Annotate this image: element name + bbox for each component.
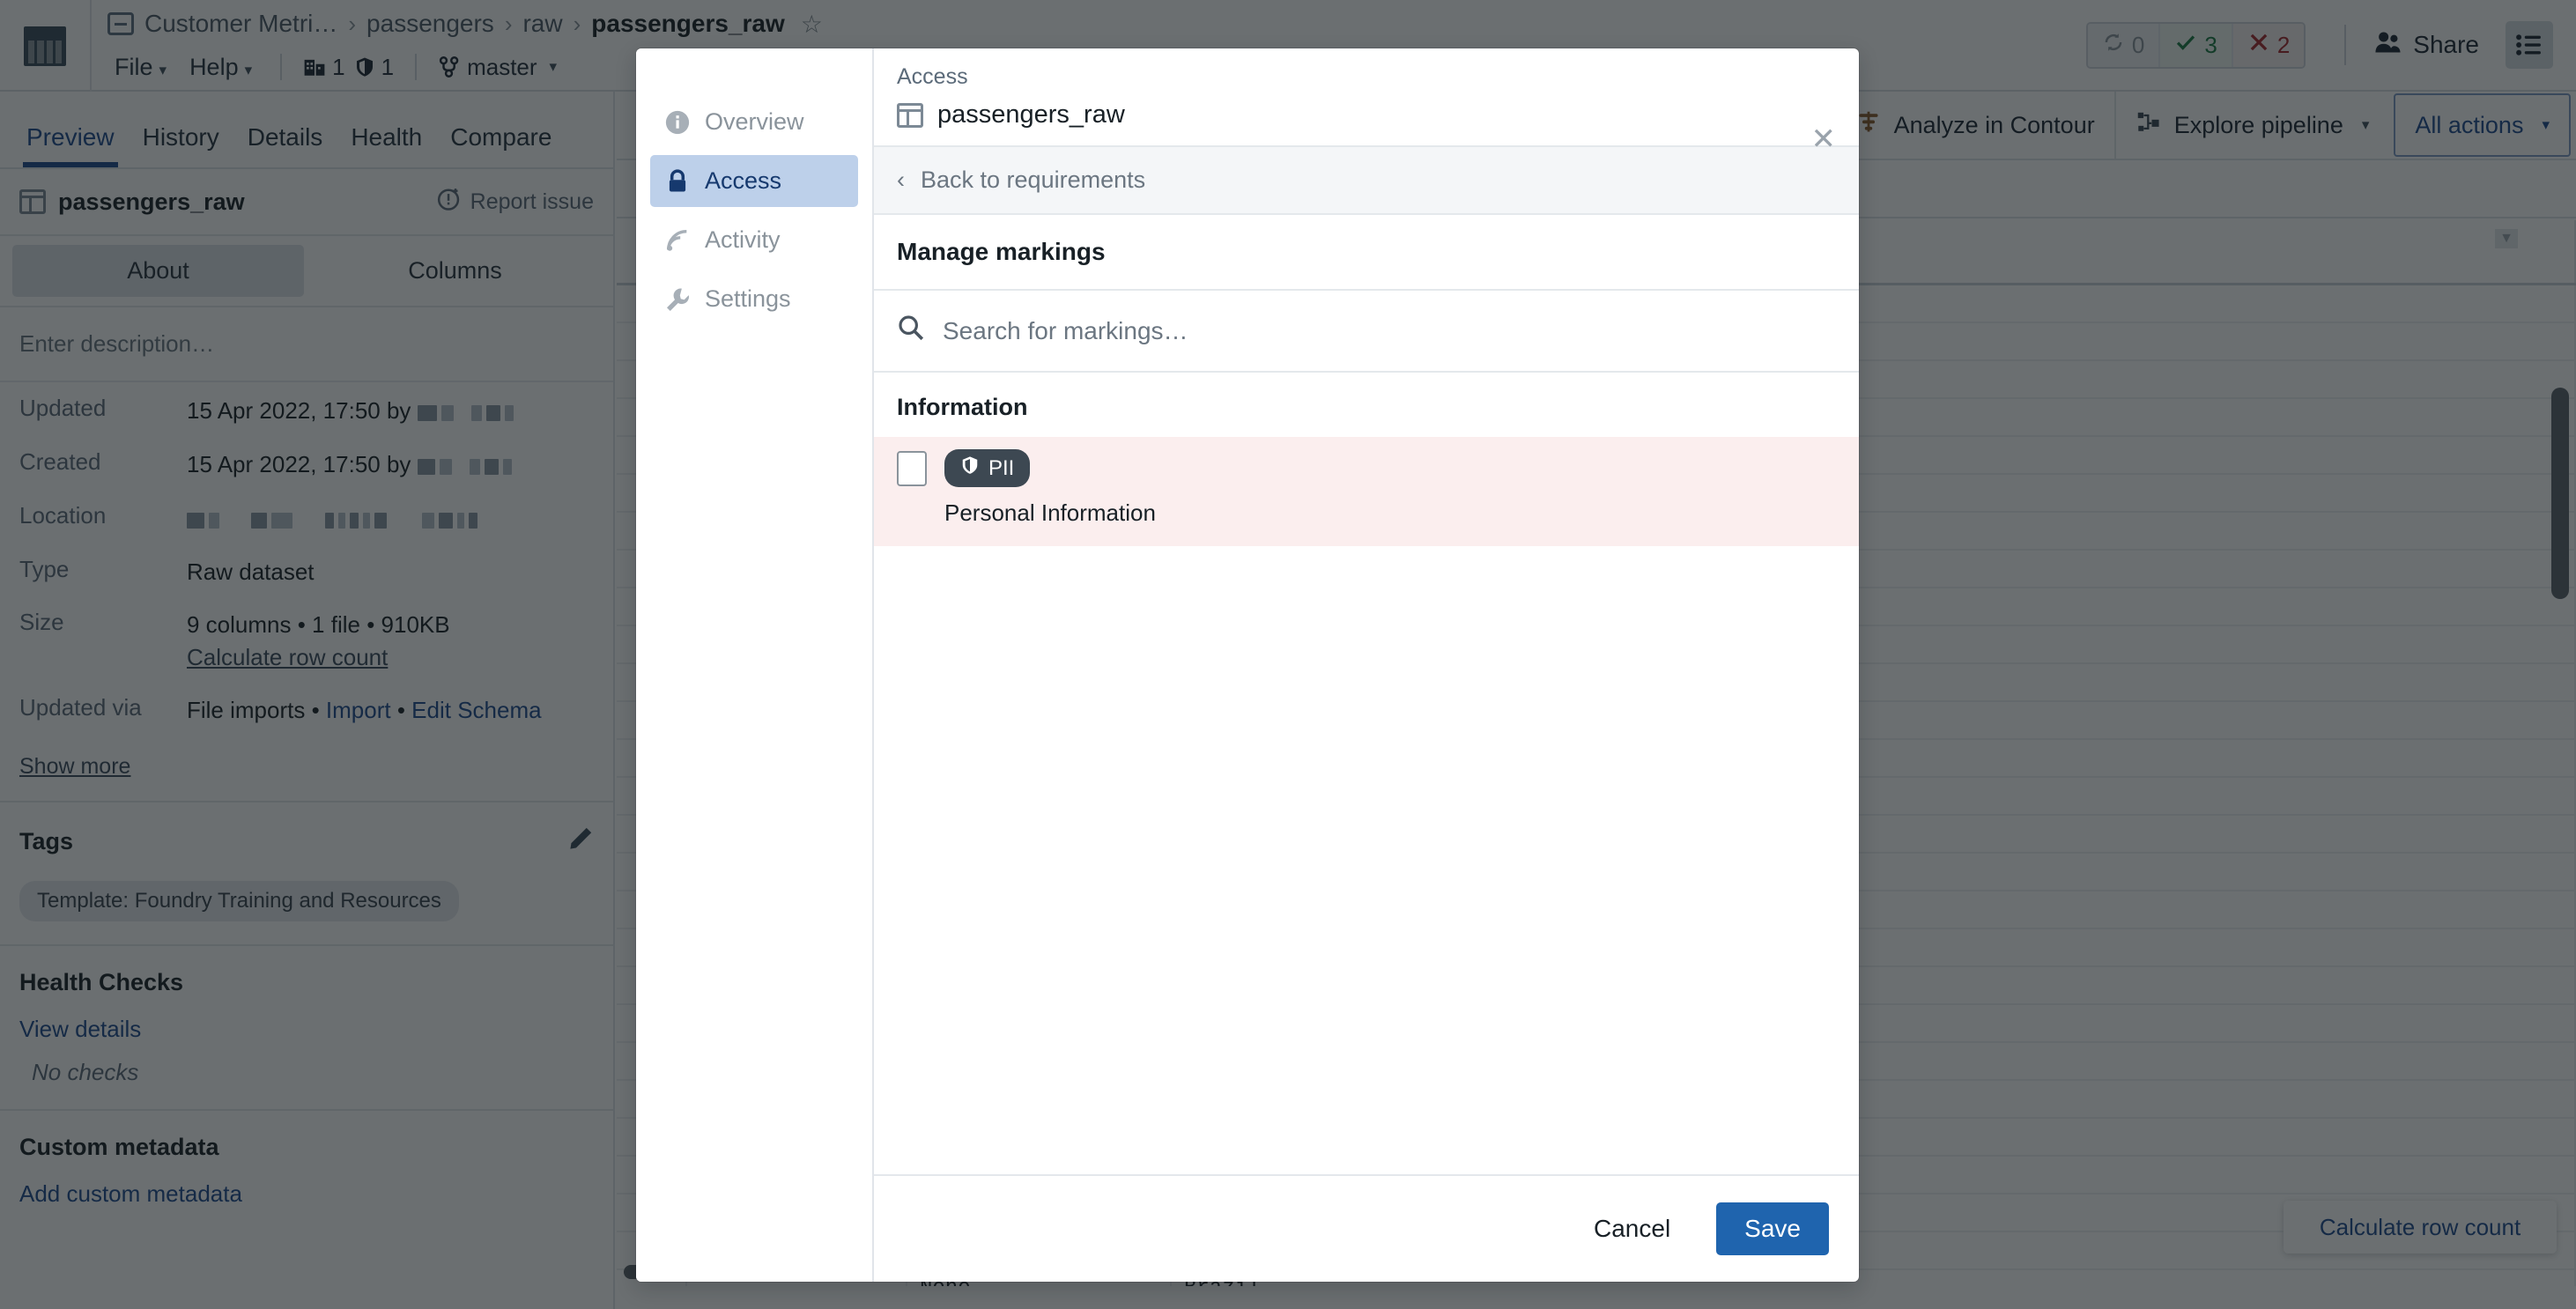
markings-group-title: Information (897, 394, 1028, 420)
markings-list-body (874, 546, 1859, 1176)
modal-nav-overview-label: Overview (705, 108, 804, 135)
modal-main: Access passengers_raw ✕ ‹ Back to requir… (874, 48, 1859, 1282)
info-icon (664, 109, 691, 136)
manage-markings-heading: Manage markings (874, 215, 1859, 291)
chevron-left-icon: ‹ (897, 166, 905, 193)
modal-nav-access-label: Access (705, 167, 782, 194)
cancel-button[interactable]: Cancel (1578, 1202, 1686, 1255)
marking-label: Personal Information (944, 499, 1156, 526)
search-markings-input[interactable]: Search for markings… (874, 291, 1859, 373)
modal-nav-activity-label: Activity (705, 226, 781, 253)
back-to-requirements-label: Back to requirements (921, 166, 1146, 193)
modal-nav-activity[interactable]: Activity (650, 214, 858, 266)
access-modal: Overview Access Activity Settings Access (636, 48, 1859, 1282)
search-markings-placeholder: Search for markings… (943, 316, 1188, 344)
shield-icon (960, 455, 980, 482)
modal-eyebrow: Access (897, 64, 968, 89)
search-icon (897, 314, 925, 348)
lock-icon (664, 168, 691, 195)
modal-footer: Cancel Save (874, 1176, 1859, 1282)
modal-sidebar: Overview Access Activity Settings (636, 48, 874, 1282)
marking-row[interactable]: PII Personal Information (874, 437, 1859, 546)
wrench-icon (664, 286, 691, 313)
back-to-requirements-button[interactable]: ‹ Back to requirements (874, 145, 1859, 215)
marking-row-top: PII (897, 449, 1836, 487)
modal-title: passengers_raw (937, 100, 1125, 129)
modal-nav-access[interactable]: Access (650, 155, 858, 207)
activity-icon (664, 227, 691, 254)
marking-checkbox[interactable] (897, 450, 927, 486)
modal-nav-overview[interactable]: Overview (650, 96, 858, 148)
dataset-icon (897, 102, 923, 128)
status-badge: PII (944, 449, 1031, 487)
modal-nav-settings[interactable]: Settings (650, 273, 858, 325)
save-button[interactable]: Save (1716, 1202, 1829, 1255)
modal-header: Access passengers_raw ✕ (874, 48, 1859, 154)
marking-badge-label: PII (988, 455, 1015, 480)
modal-title-row: passengers_raw (897, 100, 1829, 129)
modal-nav-settings-label: Settings (705, 285, 791, 312)
close-icon[interactable]: ✕ (1811, 124, 1837, 154)
